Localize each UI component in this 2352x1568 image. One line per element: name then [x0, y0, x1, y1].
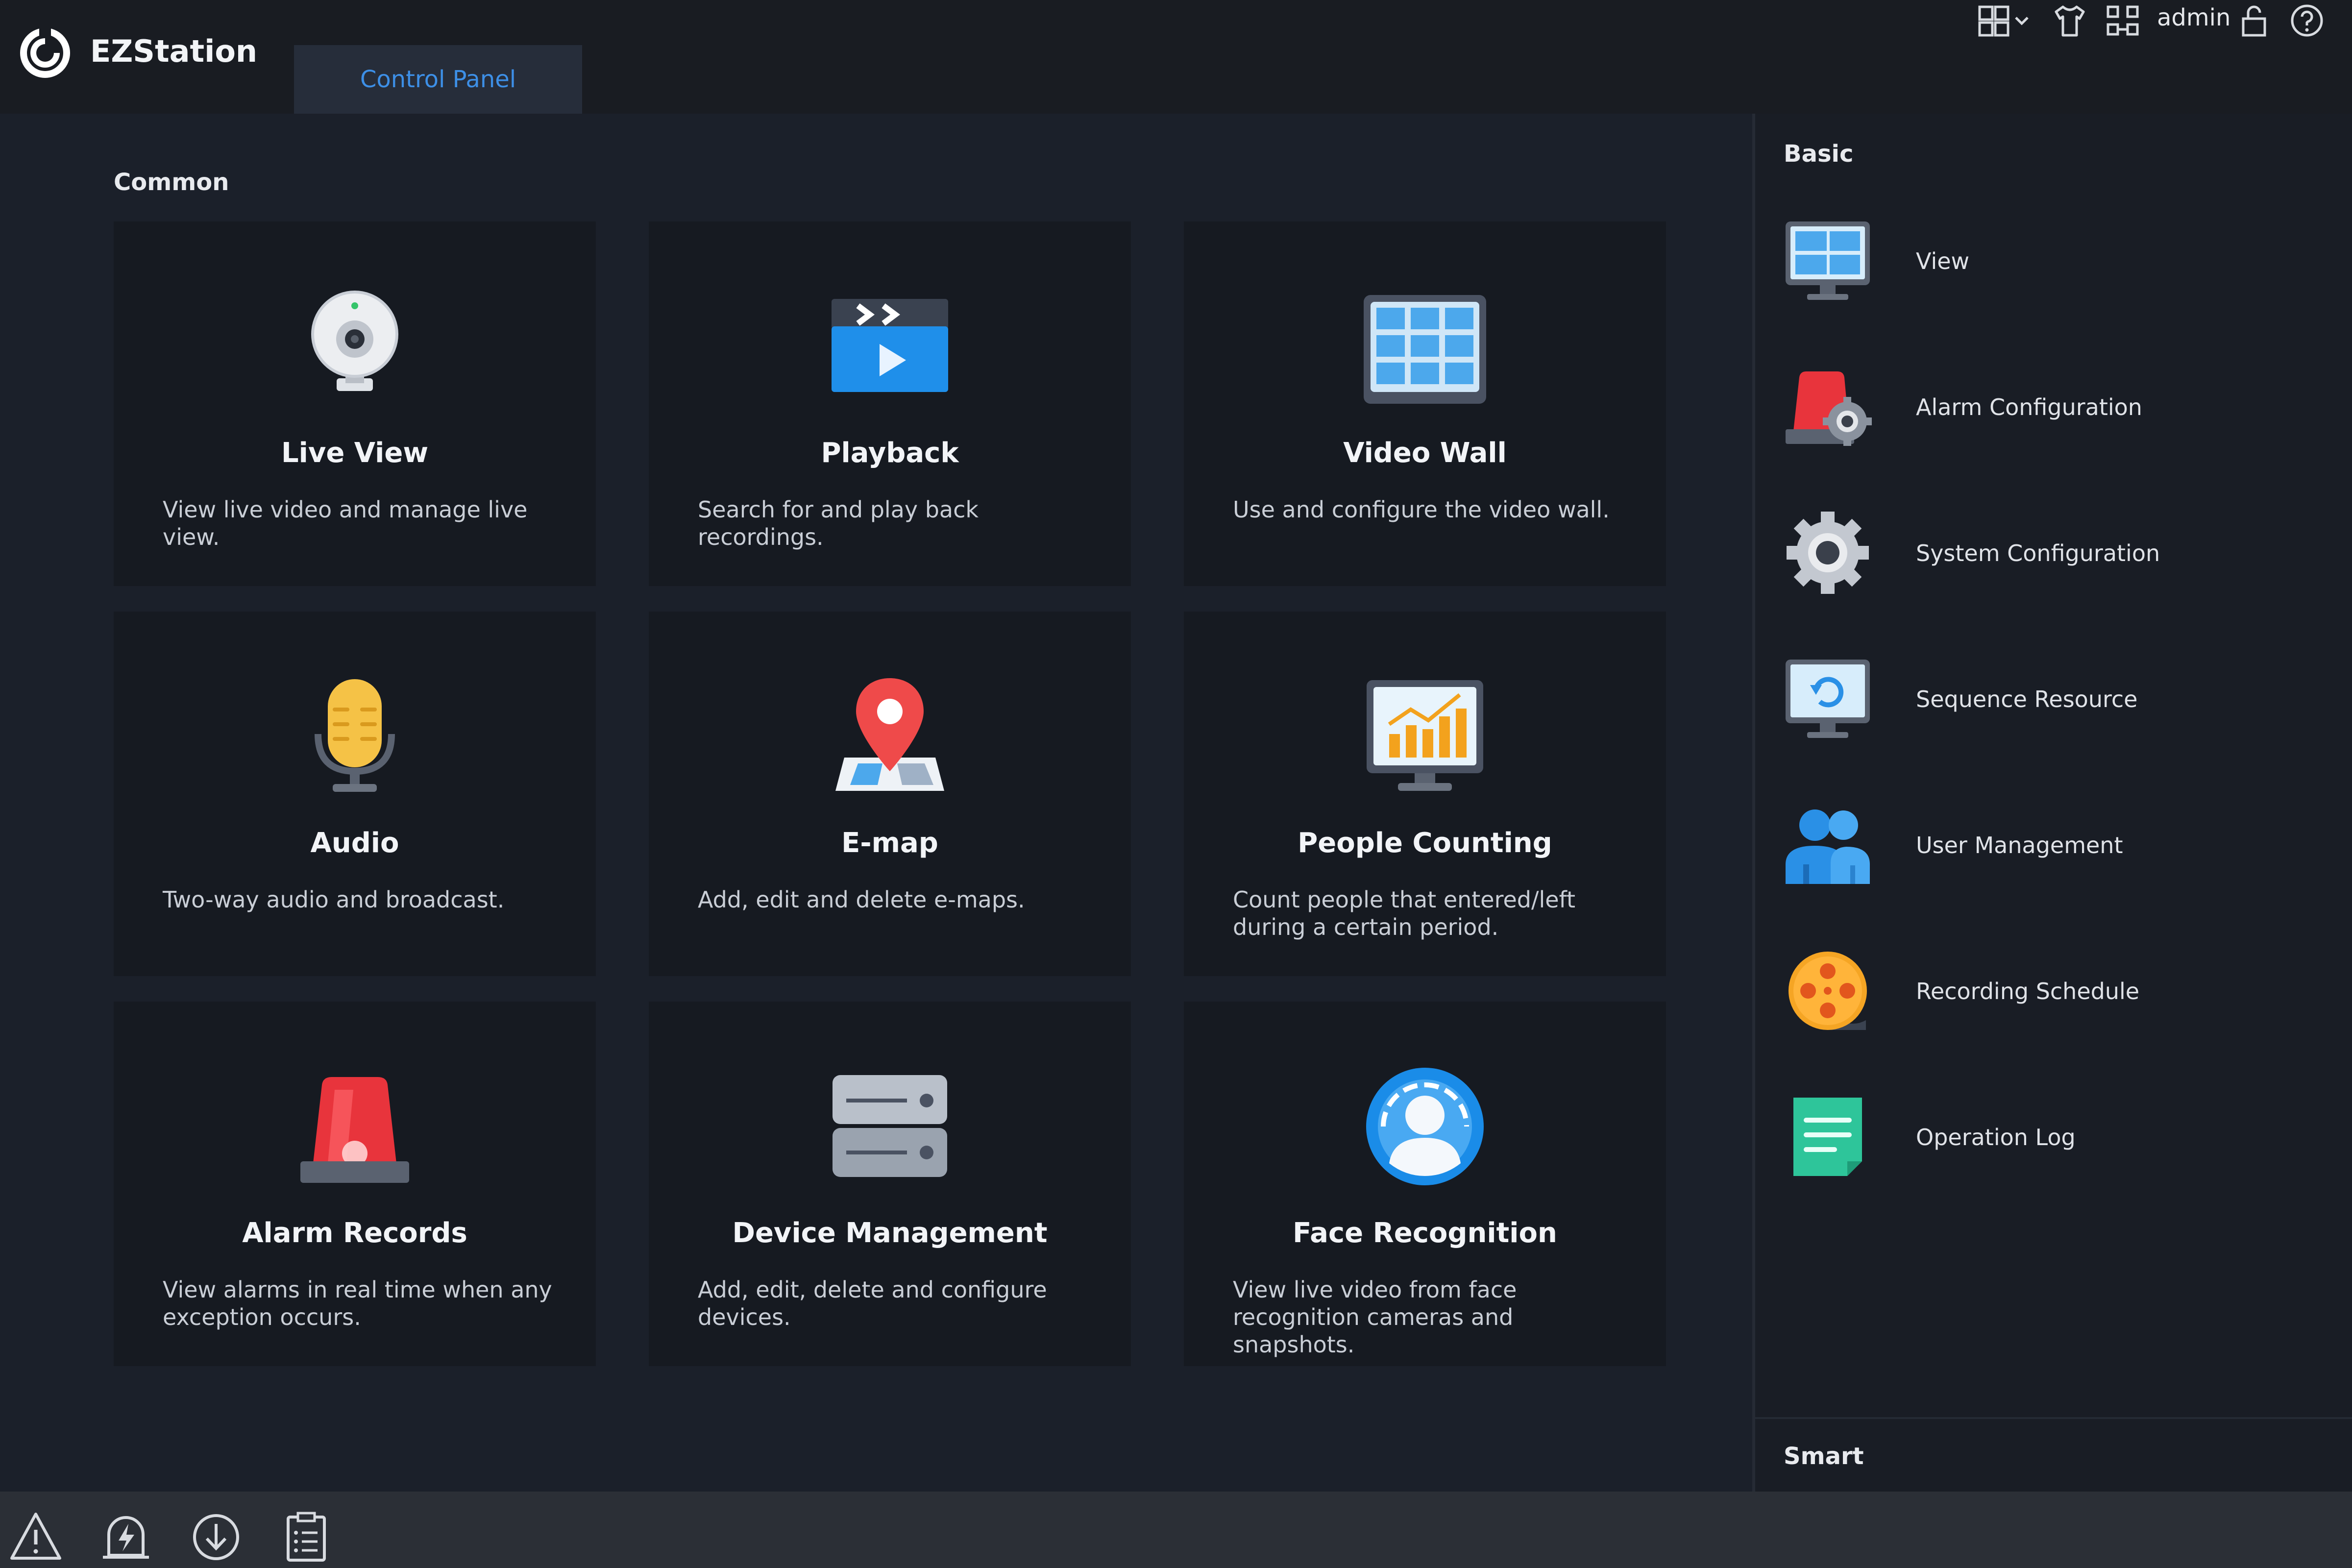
connection-icon[interactable] [2105, 3, 2140, 38]
sidebar-item-alarm-configuration[interactable]: Alarm Configuration [1784, 348, 2323, 456]
download-icon[interactable] [189, 1510, 243, 1564]
card-playback[interactable]: Playback Search for and play back record… [649, 221, 1131, 586]
card-alarm-records[interactable]: Alarm Records View alarms in real time w… [114, 1002, 596, 1366]
sidebar-item-label: Sequence Resource [1916, 686, 2138, 712]
sidebar-item-label: Operation Log [1916, 1124, 2076, 1151]
video-wall-icon [1364, 295, 1486, 404]
alarm-gear-icon [1786, 371, 1872, 446]
sidebar-item-operation-log[interactable]: Operation Log [1784, 1078, 2323, 1186]
card-live-view[interactable]: Live View View live video and manage liv… [114, 221, 596, 586]
sidebar-item-sequence-resource[interactable]: Sequence Resource [1784, 640, 2323, 748]
sidebar-item-label: Alarm Configuration [1916, 394, 2142, 420]
right-panel: Basic View Alarm Configuration System Co… [1752, 114, 2352, 1492]
sidebar-item-label: System Configuration [1916, 540, 2160, 566]
task-list-icon[interactable] [279, 1510, 333, 1564]
layout-grid-icon[interactable] [1978, 3, 2033, 40]
ezstation-logo-icon [20, 25, 70, 78]
sidebar-item-label: User Management [1916, 832, 2123, 858]
card-description: Use and configure the video wall. [1233, 496, 1610, 523]
card-device-management[interactable]: Device Management Add, edit, delete and … [649, 1002, 1131, 1366]
card-description: View live video from face recognition ca… [1233, 1276, 1517, 1358]
camera-icon [311, 291, 398, 391]
section-title-common: Common [114, 169, 229, 196]
sidebar-item-label: Recording Schedule [1916, 978, 2140, 1004]
card-title: Alarm Records [242, 1217, 467, 1249]
card-title: E-map [841, 827, 938, 859]
card-title: Live View [281, 437, 429, 469]
card-title: Device Management [732, 1217, 1048, 1249]
card-description: Search for and play back recordings. [698, 496, 979, 550]
section-title-smart[interactable]: Smart [1784, 1443, 1864, 1470]
warning-icon[interactable] [9, 1510, 63, 1564]
main-content: Common Live View View live video and man… [0, 114, 1752, 1492]
card-description: View alarms in real time when any except… [163, 1276, 552, 1330]
card-description: Two-way audio and broadcast. [163, 886, 505, 913]
face-icon [1366, 1068, 1484, 1185]
card-title: Audio [310, 827, 399, 859]
gear-icon [1787, 512, 1869, 594]
tab-control-panel[interactable]: Control Panel [294, 45, 582, 114]
app-title: EZStation [90, 33, 258, 69]
card-title: Playback [821, 437, 959, 469]
microphone-icon [315, 679, 395, 792]
card-people-counting[interactable]: People Counting Count people that entere… [1184, 612, 1666, 976]
chart-monitor-icon [1367, 680, 1483, 791]
server-icon [833, 1075, 947, 1177]
bottom-bar [0, 1492, 2352, 1568]
playback-icon [832, 299, 948, 392]
map-pin-icon [835, 678, 944, 791]
help-icon[interactable] [2289, 3, 2325, 38]
card-title: People Counting [1298, 827, 1552, 859]
section-title-basic: Basic [1784, 140, 1854, 168]
divider [1755, 1417, 2352, 1419]
card-description: Add, edit, delete and configure devices. [698, 1276, 1047, 1330]
log-icon [1793, 1098, 1862, 1176]
users-icon [1786, 809, 1870, 884]
sidebar-item-label: View [1916, 248, 1970, 274]
monitor-view-icon [1786, 221, 1870, 300]
card-description: Count people that entered/left during a … [1233, 886, 1576, 940]
card-title: Face Recognition [1293, 1217, 1557, 1249]
card-description: Add, edit and delete e-maps. [698, 886, 1025, 913]
alarm-bolt-icon[interactable] [99, 1510, 153, 1564]
card-description: View live video and manage live view. [163, 496, 528, 550]
sidebar-item-recording-schedule[interactable]: Recording Schedule [1784, 932, 2323, 1040]
sidebar-item-view[interactable]: View [1784, 202, 2323, 310]
sidebar-item-system-configuration[interactable]: System Configuration [1784, 494, 2323, 602]
top-bar: EZStation Control Panel admin [0, 0, 2352, 114]
user-name[interactable]: admin [2157, 4, 2230, 31]
card-e-map[interactable]: E-map Add, edit and delete e-maps. [649, 612, 1131, 976]
card-title: Video Wall [1343, 437, 1507, 469]
alarm-light-icon [300, 1077, 409, 1183]
skin-icon[interactable] [2052, 3, 2087, 38]
sidebar-item-user-management[interactable]: User Management [1784, 786, 2323, 894]
lock-icon[interactable] [2238, 3, 2270, 38]
card-video-wall[interactable]: Video Wall Use and configure the video w… [1184, 221, 1666, 586]
monitor-refresh-icon [1786, 660, 1870, 738]
card-face-recognition[interactable]: Face Recognition View live video from fa… [1184, 1002, 1666, 1366]
card-audio[interactable]: Audio Two-way audio and broadcast. [114, 612, 596, 976]
film-reel-icon [1788, 952, 1867, 1030]
